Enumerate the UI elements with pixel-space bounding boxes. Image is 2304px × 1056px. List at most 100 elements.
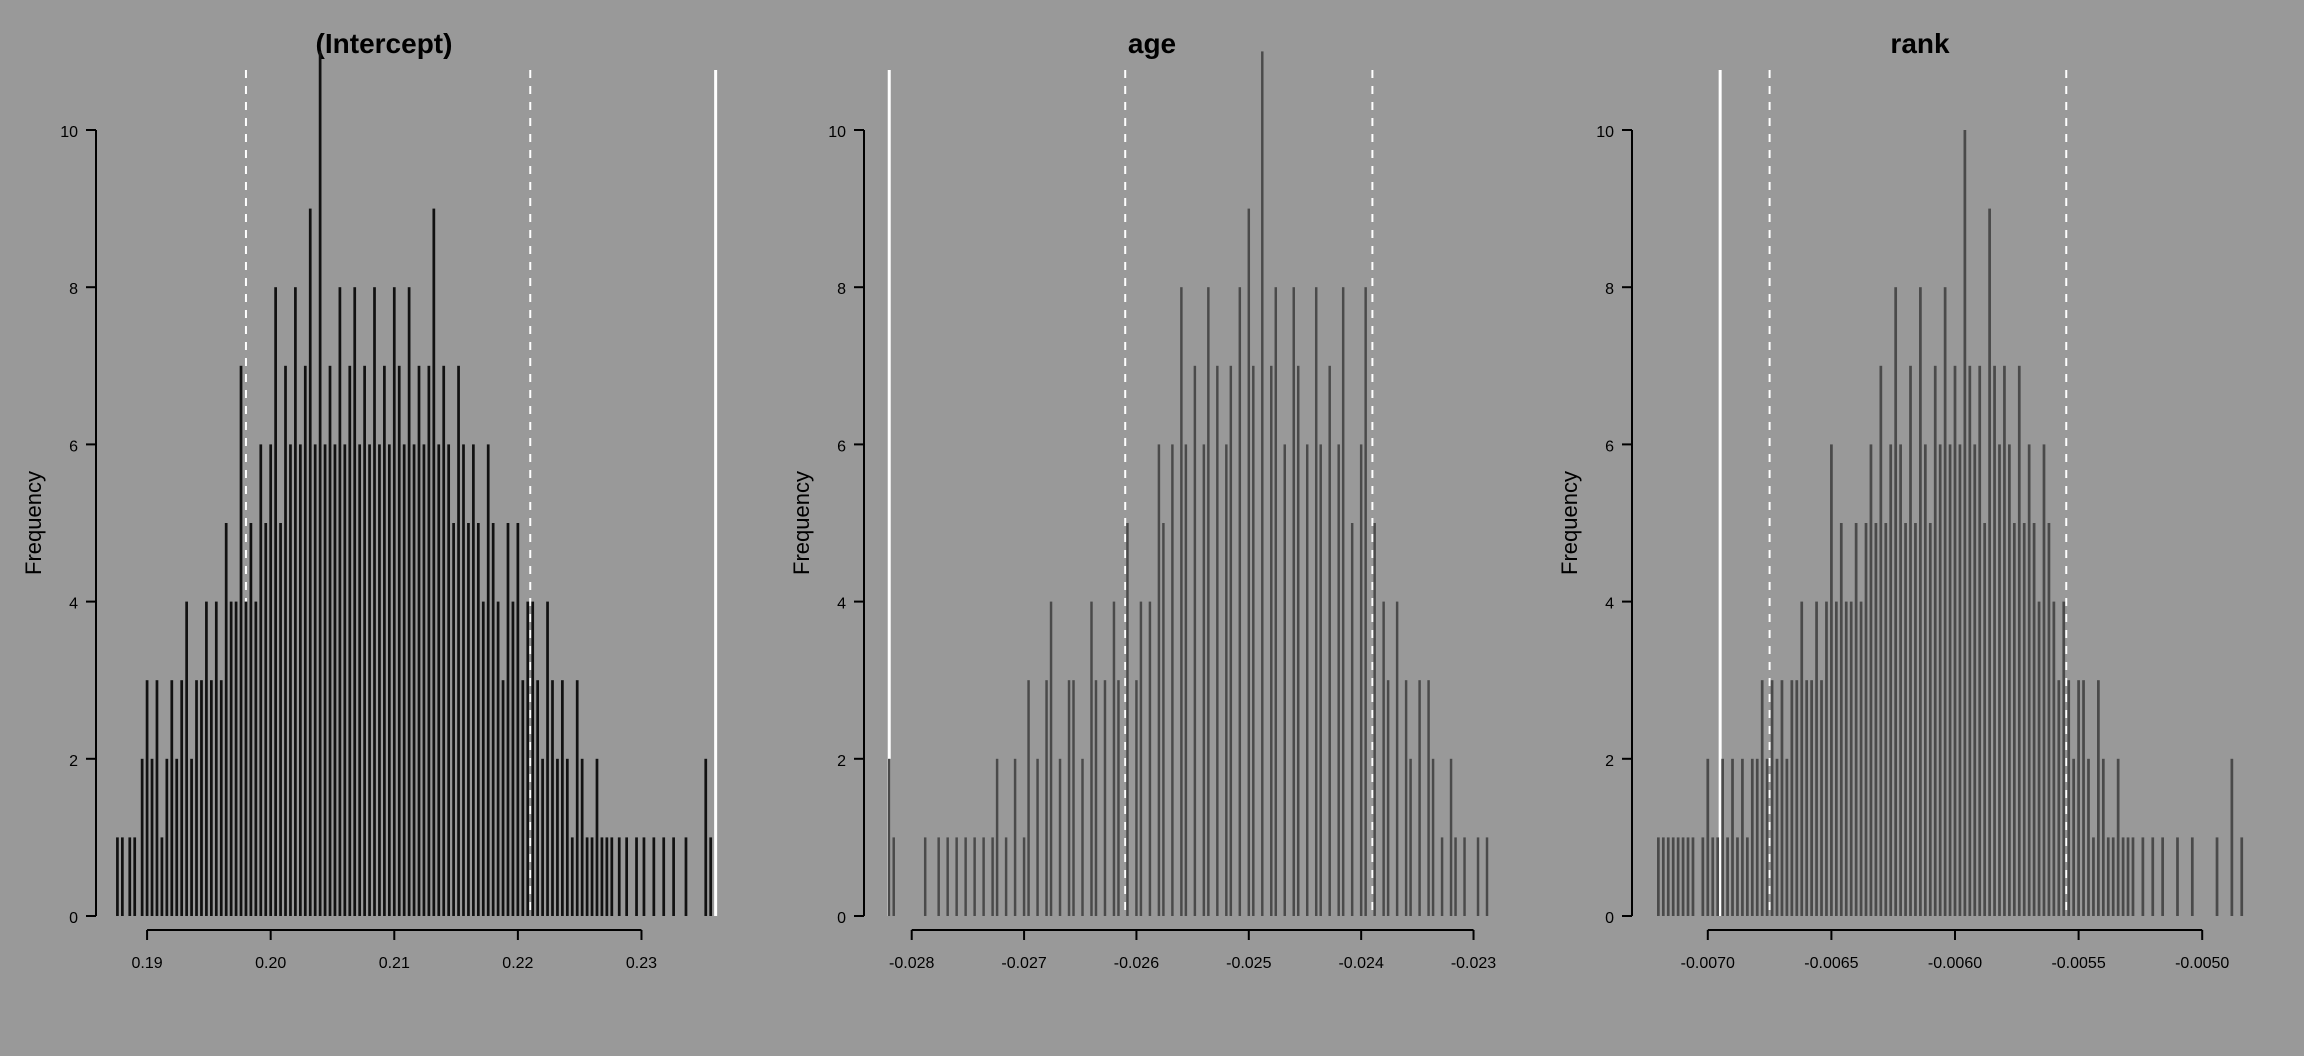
y-tick-label: 6	[69, 438, 78, 455]
histogram-bar	[1751, 759, 1754, 916]
histogram-bar	[541, 759, 544, 916]
histogram-bar	[1662, 837, 1665, 916]
histogram-bar	[625, 837, 628, 916]
x-tick-label: -0.0050	[2175, 955, 2229, 972]
histogram-bar	[937, 837, 939, 916]
histogram-bar	[1756, 759, 1759, 916]
histogram-bar	[133, 837, 136, 916]
histogram-bar	[1463, 837, 1465, 916]
histogram-bar	[1840, 523, 1843, 916]
y-tick-label: 8	[1605, 281, 1614, 298]
y-tick-label: 6	[1605, 438, 1614, 455]
histogram-bar	[1409, 759, 1411, 916]
histogram-bar	[413, 444, 416, 916]
histogram-bar	[1396, 602, 1398, 916]
histogram-bar	[1005, 837, 1007, 916]
histogram-bar	[442, 366, 445, 916]
histogram-bar	[294, 287, 297, 916]
histogram-bar	[1140, 602, 1142, 916]
histogram-bar	[924, 837, 926, 916]
histogram-bar	[2048, 523, 2051, 916]
histogram-bar	[161, 837, 164, 916]
histogram-bar	[128, 837, 131, 916]
histogram-bar	[2240, 837, 2243, 916]
histogram-bar	[497, 602, 500, 916]
histogram-bar	[1894, 287, 1897, 916]
histogram-bar	[2033, 523, 2036, 916]
histogram-bar	[610, 837, 613, 916]
histogram-bar	[195, 680, 198, 916]
histogram-bar	[432, 209, 435, 916]
histogram-bar	[635, 837, 638, 916]
histogram-bar	[1855, 523, 1858, 916]
histogram-bar	[1315, 287, 1317, 916]
histogram-bar	[576, 680, 579, 916]
histogram-bar	[1427, 680, 1429, 916]
y-axis-label: Frequency	[1557, 471, 1582, 575]
histogram-bar	[2062, 602, 2065, 916]
histogram-bar	[643, 837, 646, 916]
histogram-bar	[1450, 759, 1452, 916]
histogram-bar	[1825, 602, 1828, 916]
histogram-bar	[1850, 602, 1853, 916]
histogram-bar	[363, 366, 366, 916]
histogram-bar	[521, 680, 524, 916]
histogram-bar	[1405, 680, 1407, 916]
histogram-bar	[1781, 680, 1784, 916]
histogram-bar	[955, 837, 957, 916]
histogram-bar	[662, 837, 665, 916]
histogram-svg: -0.0070-0.0065-0.0060-0.0055-0.005002468…	[1646, 130, 2264, 916]
y-tick-label: 8	[69, 281, 78, 298]
histogram-bar	[1441, 837, 1443, 916]
x-tick-label: 0.22	[502, 955, 533, 972]
panel-title: age	[768, 28, 1536, 60]
histogram-bar	[1270, 366, 1272, 916]
histogram-bar	[1239, 287, 1241, 916]
histogram-bar	[1835, 602, 1838, 916]
histogram-bar	[358, 444, 361, 916]
histogram-bar	[1786, 759, 1789, 916]
histogram-bar	[1382, 602, 1384, 916]
histogram-bar	[1090, 602, 1092, 916]
histogram-bar	[1741, 759, 1744, 916]
histogram-bar	[586, 837, 589, 916]
histogram-bar	[1667, 837, 1670, 916]
histogram-bar	[437, 444, 440, 916]
histogram-bar	[225, 523, 228, 916]
histogram-bar	[2151, 837, 2154, 916]
histogram-bar	[1023, 837, 1025, 916]
histogram-bar	[2122, 837, 2125, 916]
y-tick-label: 2	[1605, 753, 1614, 770]
histogram-bar	[2132, 837, 2135, 916]
histogram-bar	[1293, 287, 1295, 916]
histogram-bar	[1162, 523, 1164, 916]
y-axis-label: Frequency	[789, 471, 814, 575]
histogram-bar	[1998, 444, 2001, 916]
histogram-bar	[447, 444, 450, 916]
histogram-bar	[2043, 444, 2046, 916]
x-tick-label: -0.027	[1001, 955, 1046, 972]
histogram-bar	[339, 287, 342, 916]
histogram-bar	[220, 680, 223, 916]
histogram-bar	[254, 602, 257, 916]
histogram-bar	[1068, 680, 1070, 916]
histogram-bar	[403, 444, 406, 916]
histogram-bar	[1027, 680, 1029, 916]
panel-rank: rank -0.0070-0.0065-0.0060-0.0055-0.0050…	[1536, 0, 2304, 1056]
histogram-bar	[1830, 444, 1833, 916]
histogram-bar	[146, 680, 149, 916]
histogram-bar	[1045, 680, 1047, 916]
histogram-bar	[888, 759, 890, 916]
histogram-bar	[1364, 287, 1366, 916]
histogram-bar	[2028, 444, 2031, 916]
histogram-bar	[1964, 130, 1967, 916]
histogram-bar	[1815, 602, 1818, 916]
histogram-bar	[170, 680, 173, 916]
histogram-bar	[1909, 366, 1912, 916]
histogram-bar	[1860, 602, 1863, 916]
histogram-bar	[1944, 287, 1947, 916]
histogram-bar	[2216, 837, 2219, 916]
histogram-bar	[2087, 759, 2090, 916]
histogram-bar	[1701, 837, 1704, 916]
histogram-bar	[1113, 602, 1115, 916]
